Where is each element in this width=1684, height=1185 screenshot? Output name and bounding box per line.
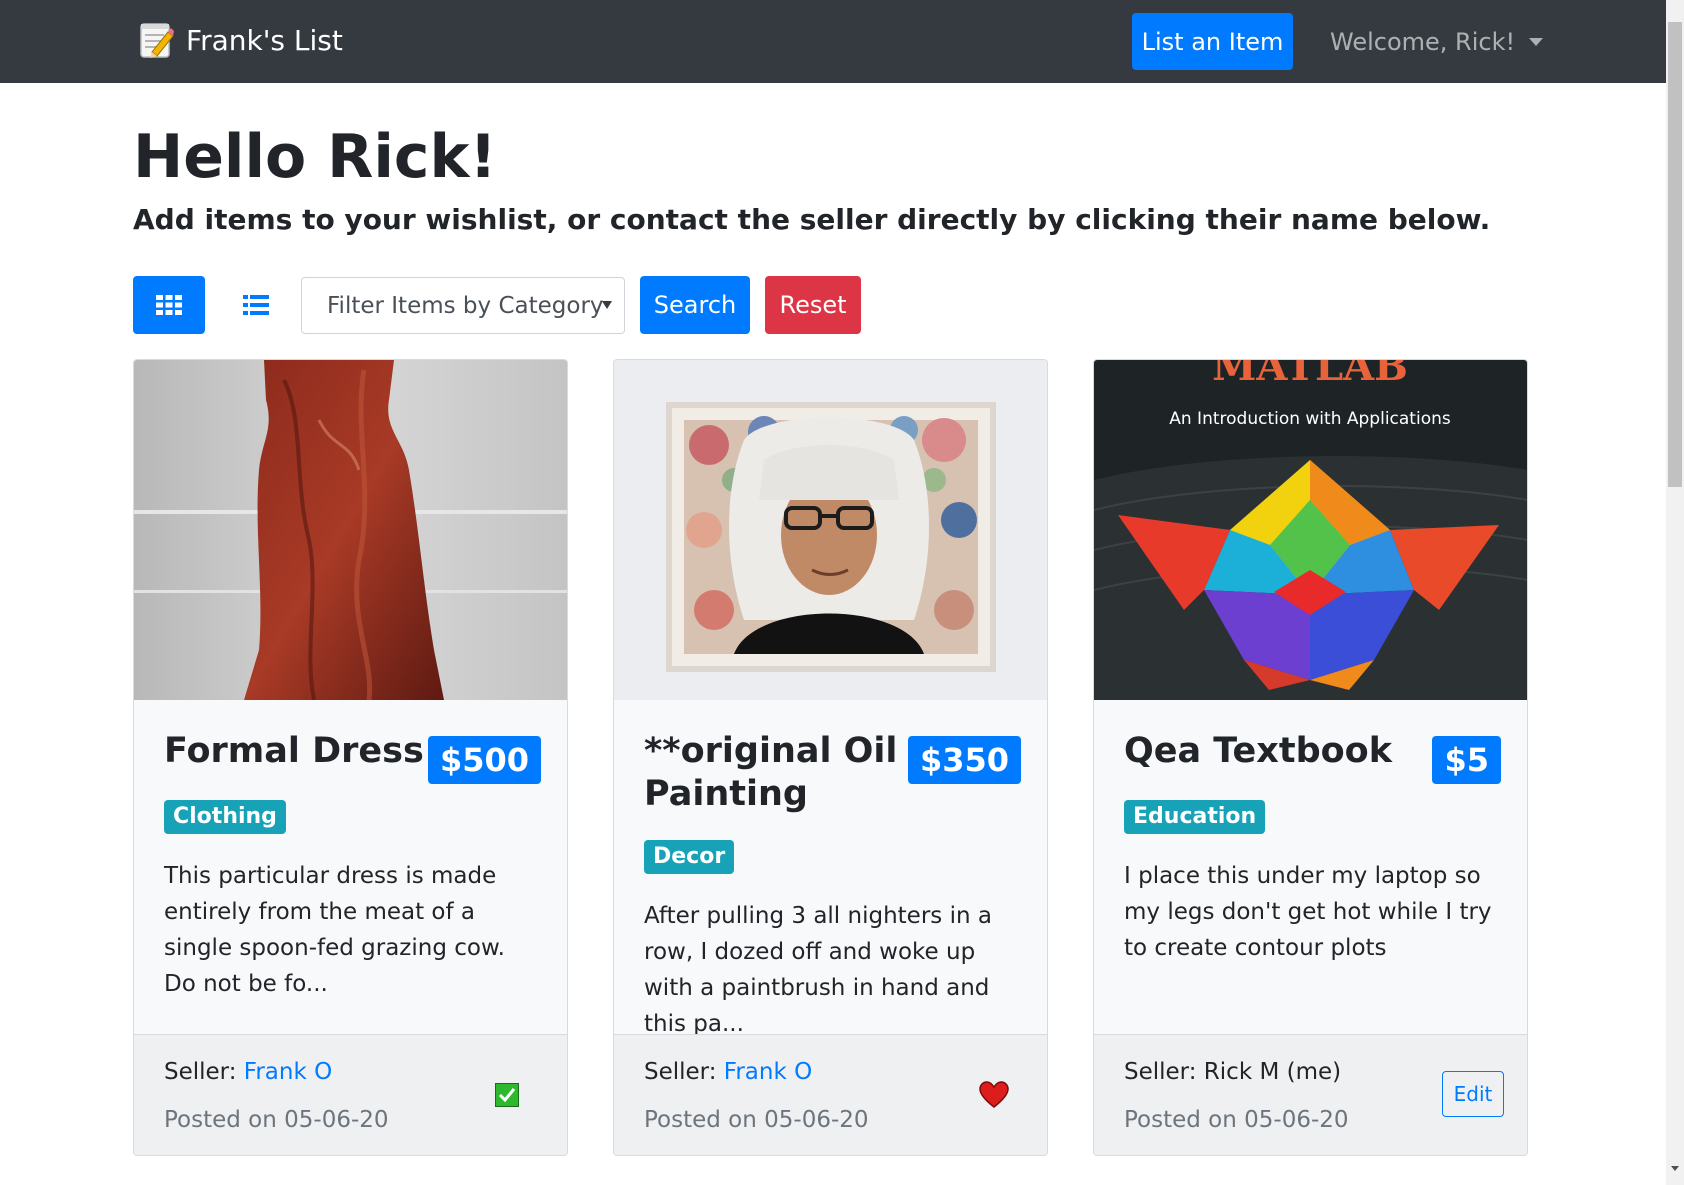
list-icon — [243, 295, 269, 315]
category-badge: Clothing — [164, 800, 286, 834]
seller-name: Rick M (me) — [1203, 1059, 1342, 1085]
item-description: This particular dress is made entirely f… — [164, 863, 505, 997]
page-title: Hello Rick! — [133, 122, 497, 192]
brand-link[interactable]: Frank's List — [138, 20, 343, 60]
seller-info: Seller: Rick M (me) — [1124, 1059, 1341, 1085]
chevron-down-icon — [1529, 38, 1544, 46]
item-card: **original Oil Painting $350 Decor After… — [613, 359, 1048, 1156]
price-badge: $350 — [907, 736, 1021, 784]
posted-date: Posted on 05-06-20 — [164, 1107, 389, 1133]
item-image-painting — [614, 360, 1047, 700]
filter-select-label: Filter Items by Category — [327, 292, 604, 319]
cover-subtitle-text: An Introduction with Applications — [1169, 409, 1451, 429]
item-card: MATLAB An Introduction with Applications… — [1093, 359, 1528, 1156]
brand-name: Frank's List — [186, 23, 343, 57]
page-scrollbar[interactable] — [1666, 0, 1684, 1185]
search-button[interactable]: Search — [640, 276, 750, 334]
category-badge: Education — [1124, 800, 1266, 834]
card-footer: Seller: Frank O Posted on 05-06-20 — [134, 1034, 567, 1155]
item-description: I place this under my laptop so my legs … — [1124, 863, 1492, 961]
scroll-down-arrow-icon[interactable] — [1671, 1166, 1679, 1171]
heart-icon[interactable] — [979, 1081, 1009, 1109]
posted-date: Posted on 05-06-20 — [644, 1107, 869, 1133]
seller-link[interactable]: Frank O — [244, 1059, 332, 1085]
page-subtitle: Add items to your wishlist, or contact t… — [133, 203, 1491, 236]
posted-date: Posted on 05-06-20 — [1124, 1107, 1349, 1133]
category-badge: Decor — [644, 840, 735, 874]
card-footer: Seller: Rick M (me) Posted on 05-06-20 E… — [1094, 1034, 1527, 1155]
item-title: **original Oil Painting — [644, 731, 898, 814]
card-footer: Seller: Frank O Posted on 05-06-20 — [614, 1034, 1047, 1155]
item-image-textbook: MATLAB An Introduction with Applications — [1094, 360, 1527, 700]
seller-prefix: Seller: — [644, 1059, 724, 1085]
edit-button[interactable]: Edit — [1442, 1071, 1504, 1117]
item-image-dress — [134, 360, 567, 700]
seller-link[interactable]: Frank O — [724, 1059, 812, 1085]
category-filter-select[interactable]: Filter Items by Category — [301, 277, 625, 334]
seller-prefix: Seller: — [164, 1059, 244, 1085]
list-an-item-button[interactable]: List an Item — [1132, 13, 1293, 70]
dropdown-arrow-icon — [602, 301, 612, 309]
item-card: Formal Dress $500 Clothing This particul… — [133, 359, 568, 1156]
seller-info: Seller: Frank O — [164, 1059, 332, 1085]
price-badge: $5 — [1432, 736, 1501, 784]
top-navbar: Frank's List List an Item Welcome, Rick! — [0, 0, 1666, 83]
reset-button[interactable]: Reset — [765, 276, 861, 334]
grid-view-button[interactable] — [133, 276, 205, 334]
cover-title-text: MATLAB — [1212, 360, 1408, 390]
item-title: Qea Textbook — [1124, 731, 1392, 771]
scrollbar-thumb[interactable] — [1668, 22, 1682, 487]
seller-info: Seller: Frank O — [644, 1059, 812, 1085]
checkbox-checked-icon[interactable] — [495, 1083, 519, 1107]
welcome-label: Welcome, Rick! — [1330, 28, 1516, 56]
seller-prefix: Seller: — [1124, 1059, 1204, 1085]
item-description: After pulling 3 all nighters in a row, I… — [644, 903, 992, 1037]
price-badge: $500 — [427, 736, 541, 784]
grid-icon — [156, 295, 182, 315]
user-menu-dropdown[interactable]: Welcome, Rick! — [1330, 28, 1544, 56]
list-view-button[interactable] — [220, 276, 292, 334]
memo-icon — [140, 23, 174, 58]
item-title: Formal Dress — [164, 731, 424, 771]
